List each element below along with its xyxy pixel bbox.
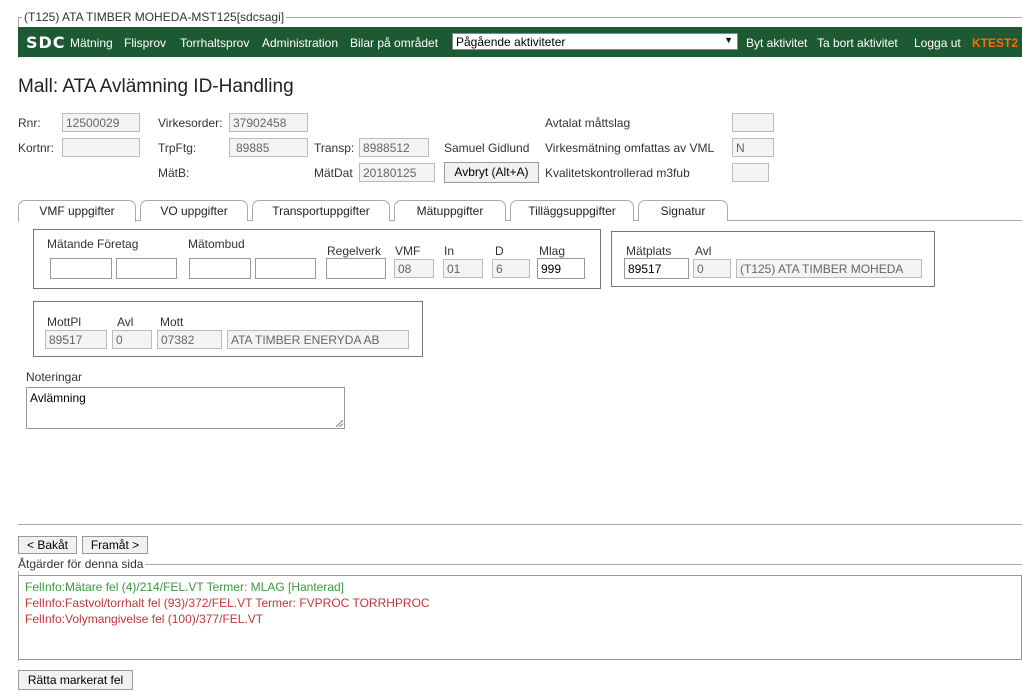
mottpl-avl-field: 0: [112, 330, 152, 349]
matplats-label: Mätplats: [626, 244, 672, 258]
noteringar-textarea[interactable]: Avlämning: [26, 387, 345, 429]
d-field: 6: [492, 259, 530, 278]
tab-tillaggsuppgifter[interactable]: Tilläggsuppgifter: [510, 200, 634, 221]
actions-title: Åtgärder för denna sida: [18, 557, 146, 571]
in-label: In: [444, 244, 455, 258]
message-item-2[interactable]: FelInfo:Fastvol/torrhalt fel (93)/372/FE…: [25, 596, 430, 610]
rnr-label: Rnr:: [18, 116, 41, 130]
vmf-field: 08: [394, 259, 434, 278]
matplats-avl-field: 0: [693, 259, 731, 278]
message-item-1[interactable]: FelInfo:Mätare fel (4)/214/FEL.VT Termer…: [25, 580, 344, 594]
ratta-markerat-fel-button[interactable]: Rätta markerat fel: [18, 670, 133, 690]
in-field: 01: [443, 259, 483, 278]
menu-flisprov[interactable]: Flisprov: [124, 36, 166, 50]
section-divider: [18, 524, 1022, 525]
matombud-input-2[interactable]: [255, 258, 316, 279]
forward-button[interactable]: Framåt >: [82, 536, 148, 554]
mlag-label: Mlag: [539, 244, 566, 258]
virkesorder-field: 37902458: [229, 113, 308, 132]
noteringar-value: Avlämning: [30, 391, 86, 405]
virkesorder-label: Virkesorder:: [158, 116, 223, 130]
tab-transportuppgifter[interactable]: Transportuppgifter: [252, 200, 390, 221]
matande-foretag-label: Mätande Företag: [47, 237, 139, 251]
matande-foretag-input-2[interactable]: [116, 258, 177, 279]
window-title: (T125) ATA TIMBER MOHEDA-MST125[sdcsagi]: [22, 10, 287, 24]
rnr-field: 12500029: [62, 113, 140, 132]
d-label: D: [495, 244, 504, 258]
noteringar-label: Noteringar: [26, 370, 83, 384]
matplats-name-field: (T125) ATA TIMBER MOHEDA: [736, 259, 922, 278]
resize-handle-icon[interactable]: [336, 420, 343, 427]
matplats-avl-label: Avl: [695, 244, 712, 258]
avtalat-label: Avtalat måttslag: [545, 116, 631, 130]
transp-label: Transp:: [314, 141, 355, 155]
kvalitet-field: [732, 163, 769, 182]
menu-torrhaltsprov[interactable]: Torrhaltsprov: [180, 36, 249, 50]
tab-vo-uppgifter[interactable]: VO uppgifter: [140, 200, 248, 221]
matdat-label: MätDat: [314, 166, 353, 180]
trpftg-field: 89885: [229, 138, 308, 157]
matande-foretag-input-1[interactable]: [50, 258, 112, 279]
mottpl-label: MottPl: [47, 315, 82, 329]
avbryt-button[interactable]: Avbryt (Alt+A): [444, 162, 539, 183]
activity-select[interactable]: Pågående aktiviteter ▼: [452, 33, 738, 50]
kortnr-label: Kortnr:: [18, 141, 55, 155]
kortnr-field: [62, 138, 140, 157]
sdc-logo: SDC: [26, 33, 66, 52]
regelverk-input[interactable]: [326, 258, 386, 279]
tab-vmf-uppgifter[interactable]: VMF uppgifter: [18, 200, 136, 222]
mott-label: Mott: [160, 315, 184, 329]
vml-field: N: [732, 138, 774, 157]
mottpl-field: 89517: [45, 330, 107, 349]
matplats-input[interactable]: 89517: [624, 258, 689, 279]
trpftg-label: TrpFtg:: [158, 141, 197, 155]
vmf-label: VMF: [395, 244, 421, 258]
ta-bort-aktivitet-link[interactable]: Ta bort aktivitet: [817, 36, 898, 50]
matdat-field: 20180125: [359, 163, 435, 182]
transp-field: 8988512: [359, 138, 429, 157]
byt-aktivitet-link[interactable]: Byt aktivitet: [746, 36, 807, 50]
menu-administration[interactable]: Administration: [262, 36, 338, 50]
mottpl-avl-label: Avl: [117, 315, 134, 329]
dropdown-arrow-icon: ▼: [724, 35, 733, 45]
menu-bilar[interactable]: Bilar på området: [350, 36, 438, 50]
regelverk-label: Regelverk: [327, 244, 382, 258]
menu-matning[interactable]: Mätning: [70, 36, 113, 50]
messages-list: FelInfo:Mätare fel (4)/214/FEL.VT Termer…: [18, 575, 1022, 660]
mott-field: 07382: [157, 330, 222, 349]
logga-ut-link[interactable]: Logga ut: [914, 36, 961, 50]
message-item-3[interactable]: FelInfo:Volymangivelse fel (100)/377/FEL…: [25, 612, 263, 626]
transp-name: Samuel Gidlund: [444, 141, 530, 155]
page-title: Mall: ATA Avlämning ID-Handling: [18, 76, 294, 97]
tab-signatur[interactable]: Signatur: [638, 200, 728, 221]
menu-bar: SDC Mätning Flisprov Torrhaltsprov Admin…: [18, 27, 1022, 57]
kvalitet-label: Kvalitetskontrollerad m3fub: [545, 166, 690, 180]
mott-name-field: ATA TIMBER ENERYDA AB: [227, 330, 409, 349]
back-button[interactable]: < Bakåt: [18, 536, 77, 554]
tab-matuppgifter[interactable]: Mätuppgifter: [394, 200, 506, 221]
vml-label: Virkesmätning omfattas av VML: [545, 141, 715, 155]
mlag-input[interactable]: 999: [537, 258, 585, 279]
matb-label: MätB:: [158, 166, 190, 180]
activity-select-value: Pågående aktiviteter: [456, 35, 566, 49]
matombud-label: Mätombud: [188, 237, 245, 251]
matombud-input-1[interactable]: [189, 258, 251, 279]
avtalat-field: [732, 113, 774, 132]
environment-label: KTEST2: [972, 36, 1019, 50]
